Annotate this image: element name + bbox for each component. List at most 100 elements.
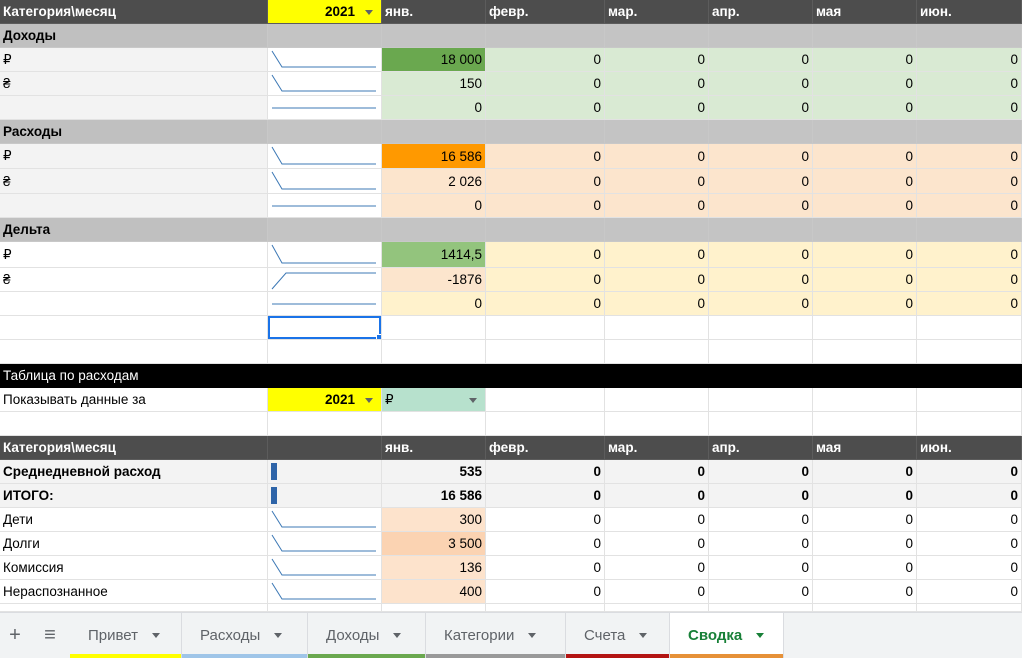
cell[interactable] <box>813 120 917 144</box>
cell[interactable] <box>268 24 382 48</box>
value-cell[interactable]: 0 <box>486 580 605 604</box>
sparkline[interactable] <box>268 532 382 556</box>
value-cell[interactable]: 0 <box>917 169 1022 194</box>
cell[interactable] <box>382 218 486 242</box>
value-cell[interactable]: 0 <box>605 460 709 484</box>
header-month[interactable]: янв. <box>382 0 486 24</box>
value-cell[interactable]: 0 <box>486 144 605 169</box>
value-cell[interactable]: 0 <box>813 580 917 604</box>
cell[interactable] <box>486 24 605 48</box>
row-label[interactable] <box>0 194 268 218</box>
cell[interactable] <box>709 412 813 436</box>
sheet-tab-accounts[interactable]: Счета <box>566 613 670 658</box>
value-cell[interactable]: 0 <box>382 194 486 218</box>
row-label[interactable]: ₽ <box>0 242 268 268</box>
cell[interactable] <box>486 340 605 364</box>
value-cell[interactable]: 0 <box>709 144 813 169</box>
value-cell[interactable]: 0 <box>813 268 917 292</box>
value-cell[interactable]: 0 <box>605 169 709 194</box>
header-month[interactable]: февр. <box>486 0 605 24</box>
cell[interactable] <box>709 340 813 364</box>
cell[interactable] <box>605 412 709 436</box>
value-cell[interactable]: 0 <box>813 169 917 194</box>
cell[interactable] <box>709 120 813 144</box>
cell[interactable] <box>382 412 486 436</box>
value-cell[interactable]: 0 <box>709 169 813 194</box>
cell[interactable] <box>268 604 382 612</box>
value-cell[interactable]: 0 <box>813 508 917 532</box>
value-cell[interactable]: 0 <box>709 532 813 556</box>
value-cell[interactable]: 3 500 <box>382 532 486 556</box>
year-dropdown[interactable]: 2021 <box>268 0 382 24</box>
value-cell[interactable]: 0 <box>917 292 1022 316</box>
cell[interactable] <box>917 604 1022 612</box>
row-label[interactable] <box>0 292 268 316</box>
cell[interactable] <box>486 120 605 144</box>
sheet-tab-expenses[interactable]: Расходы <box>182 613 308 658</box>
sparkline[interactable] <box>268 48 382 72</box>
row-label[interactable]: ₴ <box>0 169 268 194</box>
row-label[interactable] <box>0 96 268 120</box>
cell[interactable] <box>486 604 605 612</box>
value-cell[interactable]: 0 <box>605 508 709 532</box>
cell[interactable] <box>0 412 268 436</box>
value-cell[interactable]: 0 <box>813 48 917 72</box>
cell[interactable] <box>813 218 917 242</box>
value-cell[interactable]: 0 <box>605 48 709 72</box>
row-label[interactable]: Дети <box>0 508 268 532</box>
header-month[interactable]: июн. <box>917 0 1022 24</box>
sheet-tab-summary[interactable]: Сводка <box>670 613 784 658</box>
value-cell[interactable]: 0 <box>813 242 917 268</box>
cell[interactable] <box>268 340 382 364</box>
cell[interactable] <box>268 412 382 436</box>
value-cell[interactable]: 0 <box>486 508 605 532</box>
sparkbar[interactable] <box>268 484 382 508</box>
value-cell[interactable]: 0 <box>709 460 813 484</box>
value-cell[interactable]: 0 <box>605 532 709 556</box>
cell[interactable] <box>382 604 486 612</box>
sparkline[interactable] <box>268 268 382 292</box>
header-category-month[interactable]: Категория\месяц <box>0 0 268 24</box>
value-cell[interactable]: 0 <box>605 580 709 604</box>
selected-cell[interactable] <box>268 316 382 340</box>
cell[interactable] <box>605 316 709 340</box>
value-cell[interactable]: 0 <box>486 169 605 194</box>
filter-label[interactable]: Показывать данные за <box>0 388 268 412</box>
filter-year-dropdown[interactable]: 2021 <box>268 388 382 412</box>
row-label[interactable]: ₽ <box>0 144 268 169</box>
cell[interactable] <box>813 412 917 436</box>
value-cell[interactable]: 300 <box>382 508 486 532</box>
cell[interactable] <box>268 120 382 144</box>
value-cell[interactable]: 16 586 <box>382 144 486 169</box>
sparkline[interactable] <box>268 242 382 268</box>
value-cell[interactable]: 0 <box>917 580 1022 604</box>
value-cell[interactable]: 0 <box>382 292 486 316</box>
cell[interactable] <box>917 316 1022 340</box>
value-cell[interactable]: 0 <box>917 48 1022 72</box>
value-cell[interactable]: 400 <box>382 580 486 604</box>
value-cell[interactable]: 0 <box>813 96 917 120</box>
cell[interactable] <box>813 24 917 48</box>
value-cell[interactable]: 0 <box>605 268 709 292</box>
hamburger-icon[interactable]: ≡ <box>30 613 70 658</box>
cell[interactable] <box>0 340 268 364</box>
value-cell[interactable]: 0 <box>709 72 813 96</box>
value-cell[interactable]: 0 <box>486 484 605 508</box>
header-month[interactable]: апр. <box>709 436 813 460</box>
value-cell[interactable]: 0 <box>709 194 813 218</box>
sparkline[interactable] <box>268 72 382 96</box>
value-cell[interactable]: 0 <box>486 556 605 580</box>
value-cell[interactable]: 0 <box>917 144 1022 169</box>
value-cell[interactable]: 16 586 <box>382 484 486 508</box>
value-cell[interactable]: 0 <box>605 484 709 508</box>
cell[interactable] <box>709 24 813 48</box>
cell[interactable] <box>268 218 382 242</box>
value-cell[interactable]: 0 <box>605 556 709 580</box>
value-cell[interactable]: 0 <box>709 484 813 508</box>
header-month[interactable]: июн. <box>917 436 1022 460</box>
value-cell[interactable]: 0 <box>813 194 917 218</box>
chevron-down-icon[interactable] <box>528 633 537 638</box>
cell[interactable] <box>917 218 1022 242</box>
value-cell[interactable]: 0 <box>709 580 813 604</box>
cell[interactable] <box>917 388 1022 412</box>
